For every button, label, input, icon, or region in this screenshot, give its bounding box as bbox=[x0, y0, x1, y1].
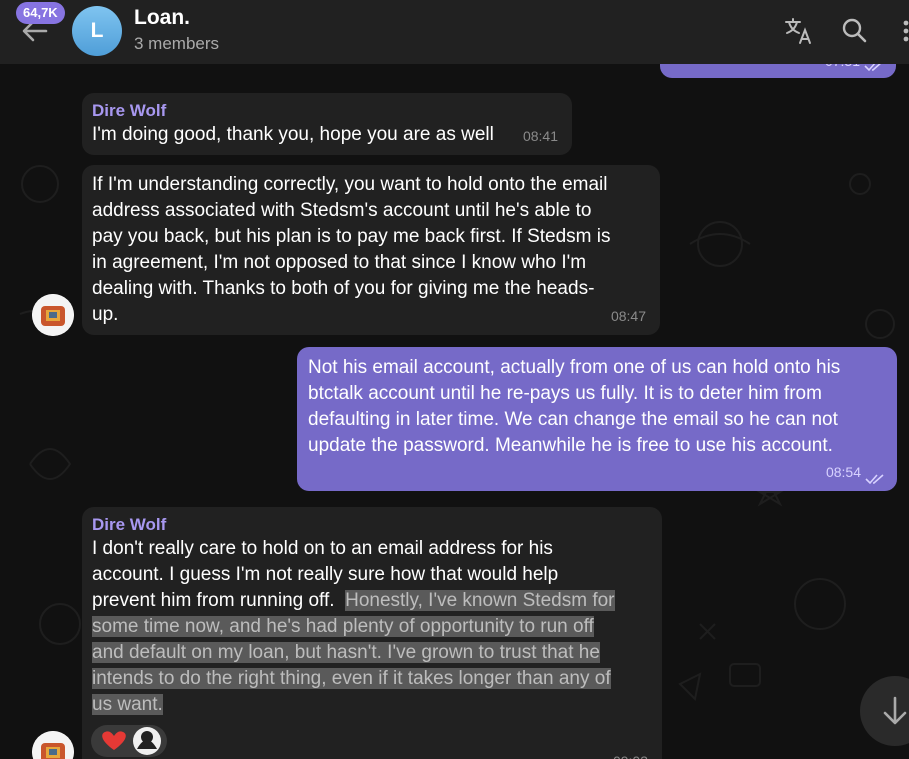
message-line: update the password. Meanwhile he is fre… bbox=[308, 435, 833, 456]
unread-count-badge: 64,7K bbox=[16, 2, 65, 24]
message-text: I'm doing good, thank you, hope you are … bbox=[92, 124, 494, 145]
message-line: If I'm understanding correctly, you want… bbox=[92, 174, 608, 195]
message-line: address associated with Stedsm's account… bbox=[92, 200, 592, 221]
message-line: pay you back, but his plan is to pay me … bbox=[92, 226, 611, 247]
scroll-to-bottom-button[interactable] bbox=[860, 676, 909, 746]
message-line: I don't really care to hold on to an ema… bbox=[92, 538, 553, 559]
search-icon bbox=[842, 18, 867, 43]
translate-icon bbox=[785, 18, 811, 44]
message-time: 08:47 bbox=[610, 308, 646, 324]
incoming-message[interactable]: Dire Wolf I'm doing good, thank you, hop… bbox=[82, 93, 572, 155]
selected-text: Honestly, I've known Stedsm for bbox=[345, 590, 615, 611]
message-line: us want. bbox=[92, 692, 652, 718]
selected-text: intends to do the right thing, even if i… bbox=[92, 668, 611, 689]
avatar-image bbox=[32, 294, 74, 336]
message-line: btctalk account until he re-pays us full… bbox=[308, 383, 822, 404]
message-line: in agreement, I'm not opposed to that si… bbox=[92, 252, 587, 273]
message-line: prevent him from running off. Honestly, … bbox=[92, 588, 652, 614]
selected-text: us want. bbox=[92, 694, 163, 715]
chat-header: 64,7K L Loan. 3 members bbox=[0, 0, 909, 64]
member-count: 3 members bbox=[134, 34, 220, 53]
search-button[interactable] bbox=[838, 14, 872, 48]
more-vertical-icon bbox=[903, 20, 909, 42]
message-line: Not his email account, actually from one… bbox=[308, 357, 841, 378]
chat-title[interactable]: Loan. bbox=[134, 6, 190, 30]
chat-avatar[interactable]: L bbox=[72, 6, 122, 56]
message-time: 08:41 bbox=[522, 128, 558, 144]
heart-icon bbox=[102, 731, 126, 750]
reaction-pill[interactable] bbox=[91, 725, 167, 757]
message-line: intends to do the right thing, even if i… bbox=[92, 666, 652, 692]
message-line: and default on my loan, but hasn't. I've… bbox=[92, 640, 652, 666]
message-line: dealing with. Thanks to both of you for … bbox=[92, 278, 595, 299]
sender-name[interactable]: Dire Wolf bbox=[92, 514, 652, 536]
more-button[interactable] bbox=[894, 14, 909, 48]
translate-button[interactable] bbox=[782, 14, 816, 48]
message-text-plain: prevent him from running off. bbox=[92, 590, 346, 611]
user-avatar[interactable] bbox=[32, 294, 74, 336]
message-line: defaulting in later time. We can change … bbox=[308, 409, 838, 430]
sender-name[interactable]: Dire Wolf bbox=[92, 100, 562, 122]
message-line: some time now, and he's had plenty of op… bbox=[92, 614, 652, 640]
arrow-down-icon bbox=[883, 696, 907, 725]
message-line: account. I guess I'm not really sure how… bbox=[92, 564, 559, 585]
selected-text: and default on my loan, but hasn't. I've… bbox=[92, 642, 600, 663]
incoming-message[interactable]: Dire Wolf I don't really care to hold on… bbox=[82, 507, 662, 759]
message-line: up. bbox=[92, 304, 119, 325]
incoming-message[interactable]: If I'm understanding correctly, you want… bbox=[82, 165, 660, 335]
selected-text: some time now, and he's had plenty of op… bbox=[92, 616, 594, 637]
message-time: 08:54 bbox=[825, 464, 861, 480]
double-check-icon bbox=[865, 474, 884, 485]
message-time: 09:03 bbox=[613, 748, 648, 759]
outgoing-message[interactable]: Not his email account, actually from one… bbox=[297, 347, 897, 491]
reaction-content bbox=[102, 727, 161, 755]
